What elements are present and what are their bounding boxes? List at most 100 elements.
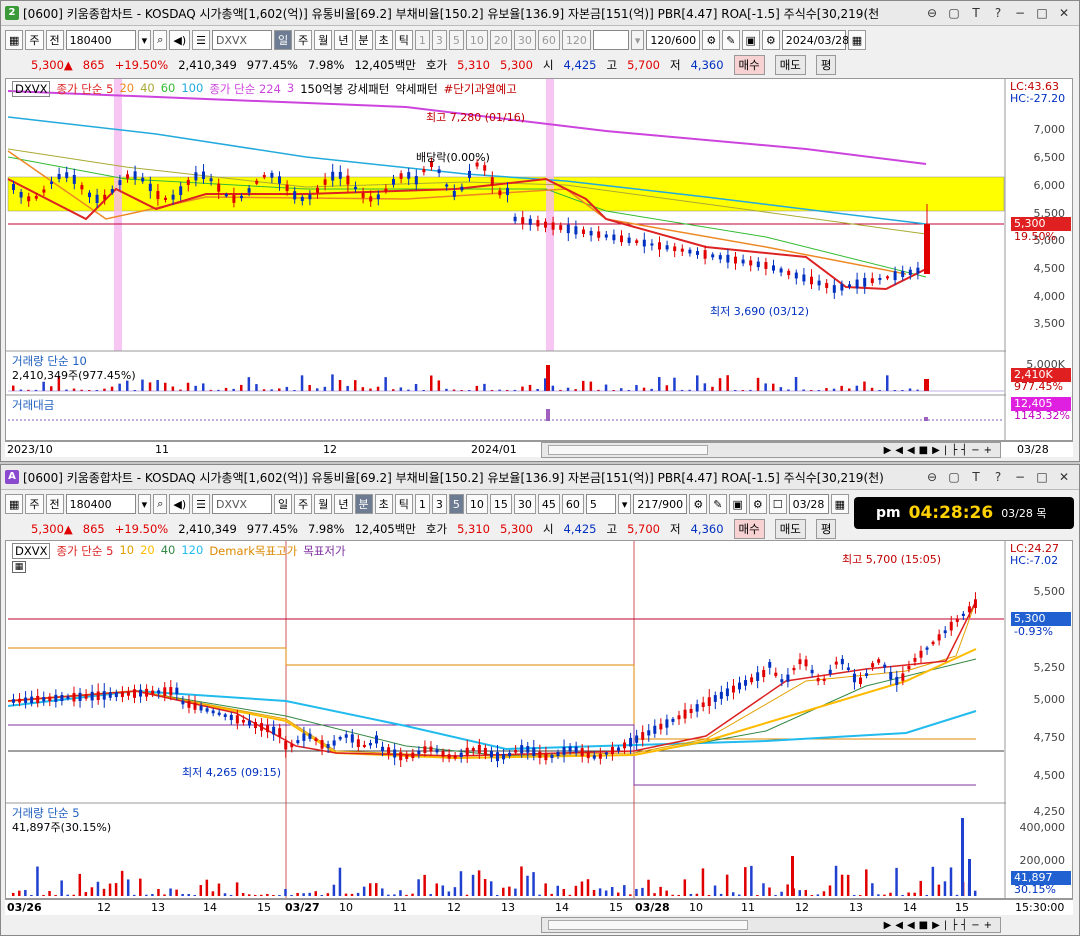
sell-button[interactable]: 매도 bbox=[774, 55, 806, 75]
maximize-icon[interactable]: □ bbox=[1035, 470, 1049, 484]
layout-icon[interactable]: ▦ bbox=[5, 494, 24, 514]
period-second[interactable]: 초 bbox=[374, 494, 393, 514]
sell-button[interactable]: 매도 bbox=[774, 519, 806, 539]
interval-dropdown-icon[interactable]: ▾ bbox=[617, 494, 632, 514]
help-icon[interactable]: ? bbox=[991, 6, 1005, 20]
link-icon[interactable]: ▢ bbox=[947, 470, 961, 484]
minimize-icon[interactable]: − bbox=[1013, 470, 1027, 484]
interval-dropdown-icon[interactable]: ▾ bbox=[630, 30, 645, 50]
scroll-thumb[interactable] bbox=[548, 445, 708, 455]
save-icon[interactable]: ▣ bbox=[741, 30, 760, 50]
legend-ma20[interactable]: 20 bbox=[119, 81, 134, 97]
mode-select[interactable]: 주 bbox=[25, 30, 44, 50]
link-icon[interactable]: ▢ bbox=[947, 6, 961, 20]
legend-demark-low[interactable]: 목표저가 bbox=[303, 543, 345, 559]
count-field[interactable]: 120/600 bbox=[646, 30, 701, 50]
interval-20[interactable]: 20 bbox=[489, 30, 512, 50]
settings-icon[interactable]: ⚙ bbox=[748, 494, 767, 514]
period-tick[interactable]: 틱 bbox=[394, 494, 413, 514]
calendar-icon[interactable]: ▦ bbox=[847, 30, 867, 50]
search-icon[interactable]: ⌕ bbox=[153, 494, 168, 514]
legend-ma60[interactable]: 60 bbox=[161, 81, 176, 97]
drawing-icon[interactable]: ✎ bbox=[722, 30, 740, 50]
date-field[interactable]: 03/28 bbox=[788, 494, 829, 514]
legend-ma3[interactable]: 3 bbox=[287, 81, 294, 97]
text-icon[interactable]: T bbox=[969, 470, 983, 484]
period-month[interactable]: 월 bbox=[314, 494, 333, 514]
settings-icon[interactable]: ⚙ bbox=[761, 30, 780, 50]
period-week[interactable]: 주 bbox=[294, 494, 313, 514]
legend-demark-high[interactable]: Demark목표고가 bbox=[209, 543, 297, 559]
period-minute[interactable]: 분 bbox=[354, 494, 373, 514]
legend-ma40[interactable]: 40 bbox=[161, 543, 176, 559]
interval-30[interactable]: 30 bbox=[513, 30, 536, 50]
grid-icon[interactable]: ▦ bbox=[12, 561, 26, 573]
legend-bull-pattern[interactable]: 150억봉 강세패턴 bbox=[300, 81, 389, 97]
interval-120[interactable]: 120 bbox=[561, 30, 591, 50]
interval-input[interactable]: 5 bbox=[585, 494, 616, 514]
favorite-icon[interactable]: ☰ bbox=[192, 30, 210, 50]
calendar-icon[interactable]: ▦ bbox=[830, 494, 850, 514]
sound-icon[interactable]: ◀) bbox=[169, 494, 191, 514]
pin-icon[interactable]: ⊖ bbox=[925, 470, 939, 484]
chart-scrollbar[interactable]: ▶◀◀■▶|├┤−+ bbox=[541, 442, 1001, 458]
legend-ma5[interactable]: 종가 단순 5 bbox=[56, 81, 113, 97]
interval-60[interactable]: 60 bbox=[537, 30, 560, 50]
period-month[interactable]: 월 bbox=[314, 30, 333, 50]
jeon-button[interactable]: 전 bbox=[45, 494, 64, 514]
drawing-icon[interactable]: ✎ bbox=[709, 494, 727, 514]
pin-icon[interactable]: ⊖ bbox=[925, 6, 939, 20]
legend-ma20[interactable]: 20 bbox=[140, 543, 155, 559]
close-icon[interactable]: ✕ bbox=[1057, 470, 1071, 484]
interval-5[interactable]: 5 bbox=[448, 494, 464, 514]
period-year[interactable]: 년 bbox=[334, 30, 353, 50]
legend-overheat[interactable]: #단기과열예고 bbox=[444, 81, 517, 97]
legend-ticker[interactable]: DXVX bbox=[12, 543, 51, 559]
indicator-icon[interactable]: ⚙ bbox=[702, 30, 721, 50]
period-week[interactable]: 주 bbox=[294, 30, 313, 50]
chart-scrollbar[interactable]: ▶◀◀■▶|├┤−+ bbox=[541, 917, 1001, 933]
scroll-thumb[interactable] bbox=[548, 920, 748, 930]
minimize-icon[interactable]: − bbox=[1013, 6, 1027, 20]
maximize-icon[interactable]: □ bbox=[1035, 6, 1049, 20]
count-field[interactable]: 217/900 bbox=[633, 494, 688, 514]
code-dropdown-icon[interactable]: ▾ bbox=[137, 30, 152, 50]
interval-10[interactable]: 10 bbox=[465, 30, 488, 50]
interval-60[interactable]: 60 bbox=[561, 494, 584, 514]
sound-icon[interactable]: ◀) bbox=[169, 30, 191, 50]
stock-code-input[interactable]: 180400 bbox=[65, 494, 136, 514]
text-icon[interactable]: T bbox=[969, 6, 983, 20]
jeon-button[interactable]: 전 bbox=[45, 30, 64, 50]
close-icon[interactable]: ✕ bbox=[1057, 6, 1071, 20]
interval-input[interactable] bbox=[592, 30, 629, 50]
period-year[interactable]: 년 bbox=[334, 494, 353, 514]
legend-ma120[interactable]: 120 bbox=[181, 543, 203, 559]
indicator-icon[interactable]: ⚙ bbox=[689, 494, 708, 514]
help-icon[interactable]: ? bbox=[991, 470, 1005, 484]
period-minute[interactable]: 분 bbox=[354, 30, 373, 50]
stock-code-input[interactable]: 180400 bbox=[65, 30, 136, 50]
date-checkbox[interactable]: ☐ bbox=[768, 494, 787, 514]
buy-button[interactable]: 매수 bbox=[733, 55, 765, 75]
buy-button[interactable]: 매수 bbox=[733, 519, 765, 539]
period-day[interactable]: 일 bbox=[274, 30, 293, 50]
period-day[interactable]: 일 bbox=[274, 494, 293, 514]
title-bar[interactable]: A [0600] 키움종합차트 - KOSDAQ 시가총액[1,602(억)] … bbox=[1, 465, 1079, 490]
interval-30[interactable]: 30 bbox=[513, 494, 536, 514]
interval-3[interactable]: 3 bbox=[431, 30, 447, 50]
legend-ma100[interactable]: 100 bbox=[181, 81, 203, 97]
scroll-controls-icon[interactable]: ▶◀◀■▶|├┤−+ bbox=[884, 445, 1000, 456]
date-field[interactable]: 2024/03/28 bbox=[781, 30, 849, 50]
mode-select[interactable]: 주 bbox=[25, 494, 44, 514]
scroll-controls-icon[interactable]: ▶◀◀■▶|├┤−+ bbox=[884, 920, 1000, 931]
search-icon[interactable]: ⌕ bbox=[153, 30, 168, 50]
favorite-icon[interactable]: ☰ bbox=[192, 494, 210, 514]
legend-ma40[interactable]: 40 bbox=[140, 81, 155, 97]
legend-ma224[interactable]: 종가 단순 224 bbox=[209, 81, 281, 97]
eval-button[interactable]: 평 bbox=[815, 55, 837, 75]
save-icon[interactable]: ▣ bbox=[728, 494, 747, 514]
eval-button[interactable]: 평 bbox=[815, 519, 837, 539]
interval-1[interactable]: 1 bbox=[414, 30, 430, 50]
code-dropdown-icon[interactable]: ▾ bbox=[137, 494, 152, 514]
interval-15[interactable]: 15 bbox=[489, 494, 512, 514]
